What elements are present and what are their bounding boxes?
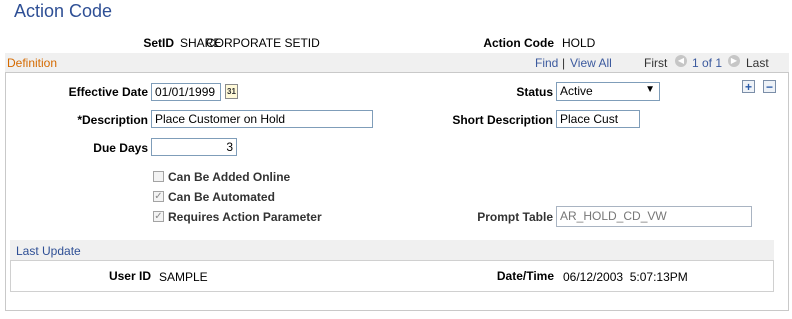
nav-separator: | xyxy=(562,56,566,70)
add-row-icon[interactable]: + xyxy=(742,80,755,93)
user-id-label: User ID xyxy=(108,269,151,283)
action-code-label: Action Code xyxy=(483,36,554,50)
can-be-added-online-checkbox[interactable] xyxy=(153,171,164,182)
find-link[interactable]: Find xyxy=(535,56,558,70)
status-label: Status xyxy=(516,85,553,99)
effective-date-label: Effective Date xyxy=(68,85,148,99)
first-label: First xyxy=(644,56,668,70)
short-description-label: Short Description xyxy=(452,113,553,127)
description-field[interactable]: Place Customer on Hold xyxy=(151,110,373,128)
requires-action-parameter-checkbox[interactable]: ✓ xyxy=(153,211,164,222)
can-be-automated-checkbox[interactable]: ✓ xyxy=(153,191,164,202)
prompt-table-label: Prompt Table xyxy=(477,210,553,224)
first-arrow-icon[interactable]: ◀ xyxy=(675,55,687,67)
short-description-field[interactable]: Place Cust xyxy=(556,110,640,128)
due-days-field[interactable]: 3 xyxy=(151,138,237,156)
check-icon: ✓ xyxy=(154,211,163,222)
user-id-value: SAMPLE xyxy=(159,270,208,284)
dropdown-arrow-icon: ▼ xyxy=(645,84,655,95)
next-arrow-icon[interactable]: ▶ xyxy=(728,55,740,67)
due-days-label: Due Days xyxy=(93,141,148,155)
setid-description: CORPORATE SETID xyxy=(206,36,320,50)
status-value: Active xyxy=(560,84,593,98)
action-code-value: HOLD xyxy=(562,36,596,50)
prompt-table-field: AR_HOLD_CD_VW xyxy=(556,206,752,227)
calendar-icon[interactable]: 31 xyxy=(225,84,238,99)
can-be-added-online-label: Can Be Added Online xyxy=(168,170,291,184)
delete-row-icon[interactable]: − xyxy=(763,80,776,93)
page-title: Action Code xyxy=(14,1,113,21)
datetime-value: 06/12/2003 5:07:13PM xyxy=(563,270,688,284)
definition-title: Definition xyxy=(7,56,58,70)
description-label: *Description xyxy=(77,113,148,127)
status-select[interactable]: Active ▼ xyxy=(556,82,660,101)
last-label: Last xyxy=(746,56,769,70)
requires-action-parameter-label: Requires Action Parameter xyxy=(168,210,322,224)
effective-date-field[interactable]: 01/01/1999 xyxy=(151,83,221,101)
row-range: 1 of 1 xyxy=(692,56,723,70)
datetime-label: Date/Time xyxy=(496,269,554,283)
view-all-link[interactable]: View All xyxy=(570,56,612,70)
check-icon: ✓ xyxy=(154,191,163,202)
setid-label: SetID xyxy=(143,36,174,50)
last-update-header xyxy=(10,240,774,261)
can-be-automated-label: Can Be Automated xyxy=(168,190,275,204)
definition-header xyxy=(5,53,789,73)
last-update-title: Last Update xyxy=(16,244,81,258)
